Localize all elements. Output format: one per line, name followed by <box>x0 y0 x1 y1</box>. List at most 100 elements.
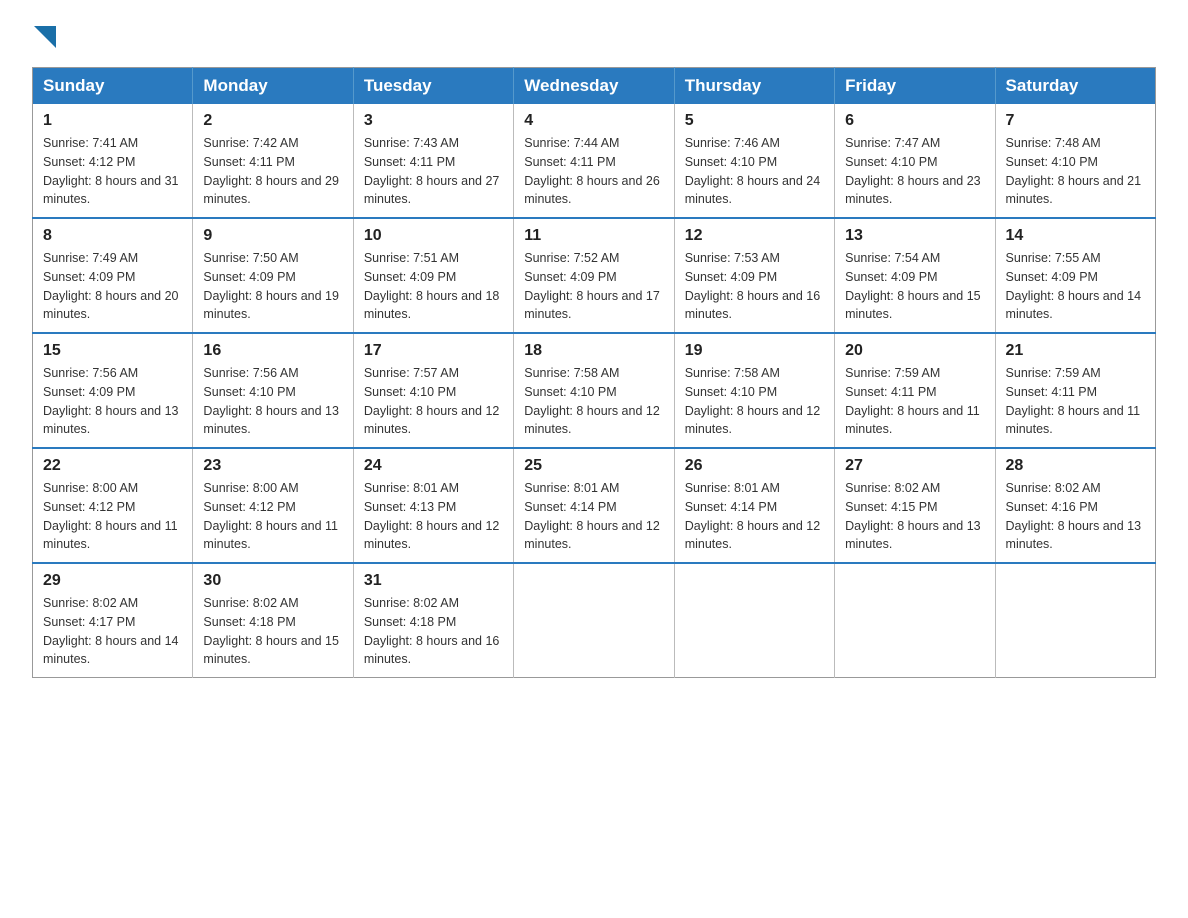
calendar-cell: 19 Sunrise: 7:58 AMSunset: 4:10 PMDayligh… <box>674 333 834 448</box>
day-number: 23 <box>203 457 342 475</box>
day-number: 29 <box>43 572 182 590</box>
weekday-header-wednesday: Wednesday <box>514 68 674 105</box>
day-number: 19 <box>685 342 824 360</box>
day-number: 5 <box>685 112 824 130</box>
day-info: Sunrise: 8:02 AMSunset: 4:18 PMDaylight:… <box>364 594 503 669</box>
day-info: Sunrise: 7:46 AMSunset: 4:10 PMDaylight:… <box>685 134 824 209</box>
calendar-cell: 2 Sunrise: 7:42 AMSunset: 4:11 PMDaylight… <box>193 104 353 218</box>
logo-triangle-icon <box>34 26 56 48</box>
day-info: Sunrise: 7:55 AMSunset: 4:09 PMDaylight:… <box>1006 249 1145 324</box>
calendar-cell: 10 Sunrise: 7:51 AMSunset: 4:09 PMDayligh… <box>353 218 513 333</box>
calendar-week-1: 1 Sunrise: 7:41 AMSunset: 4:12 PMDaylight… <box>33 104 1156 218</box>
day-info: Sunrise: 7:59 AMSunset: 4:11 PMDaylight:… <box>1006 364 1145 439</box>
calendar-cell: 1 Sunrise: 7:41 AMSunset: 4:12 PMDaylight… <box>33 104 193 218</box>
calendar-cell: 27Sunrise: 8:02 AMSunset: 4:15 PMDayligh… <box>835 448 995 563</box>
day-info: Sunrise: 7:50 AMSunset: 4:09 PMDaylight:… <box>203 249 342 324</box>
day-info: Sunrise: 7:58 AMSunset: 4:10 PMDaylight:… <box>524 364 663 439</box>
calendar-cell: 7 Sunrise: 7:48 AMSunset: 4:10 PMDaylight… <box>995 104 1155 218</box>
day-info: Sunrise: 8:00 AMSunset: 4:12 PMDaylight:… <box>203 479 342 554</box>
day-info: Sunrise: 7:58 AMSunset: 4:10 PMDaylight:… <box>685 364 824 439</box>
calendar-cell: 30Sunrise: 8:02 AMSunset: 4:18 PMDayligh… <box>193 563 353 678</box>
day-number: 21 <box>1006 342 1145 360</box>
day-info: Sunrise: 7:56 AMSunset: 4:10 PMDaylight:… <box>203 364 342 439</box>
day-number: 24 <box>364 457 503 475</box>
day-number: 13 <box>845 227 984 245</box>
calendar-cell: 3Sunrise: 7:43 AMSunset: 4:11 PMDaylight… <box>353 104 513 218</box>
day-info: Sunrise: 7:51 AMSunset: 4:09 PMDaylight:… <box>364 249 503 324</box>
day-info: Sunrise: 7:53 AMSunset: 4:09 PMDaylight:… <box>685 249 824 324</box>
weekday-header-friday: Friday <box>835 68 995 105</box>
weekday-header-thursday: Thursday <box>674 68 834 105</box>
calendar-header: SundayMondayTuesdayWednesdayThursdayFrid… <box>33 68 1156 105</box>
calendar-cell: 13Sunrise: 7:54 AMSunset: 4:09 PMDayligh… <box>835 218 995 333</box>
calendar-cell: 23 Sunrise: 8:00 AMSunset: 4:12 PMDayligh… <box>193 448 353 563</box>
weekday-header-sunday: Sunday <box>33 68 193 105</box>
day-info: Sunrise: 7:43 AMSunset: 4:11 PMDaylight:… <box>364 134 503 209</box>
calendar-cell <box>674 563 834 678</box>
day-number: 7 <box>1006 112 1145 130</box>
day-info: Sunrise: 7:48 AMSunset: 4:10 PMDaylight:… <box>1006 134 1145 209</box>
calendar-cell: 11 Sunrise: 7:52 AMSunset: 4:09 PMDayligh… <box>514 218 674 333</box>
day-info: Sunrise: 7:52 AMSunset: 4:09 PMDaylight:… <box>524 249 663 324</box>
calendar-week-2: 8Sunrise: 7:49 AMSunset: 4:09 PMDaylight… <box>33 218 1156 333</box>
day-info: Sunrise: 8:02 AMSunset: 4:17 PMDaylight:… <box>43 594 182 669</box>
calendar-cell: 29 Sunrise: 8:02 AMSunset: 4:17 PMDayligh… <box>33 563 193 678</box>
day-info: Sunrise: 7:42 AMSunset: 4:11 PMDaylight:… <box>203 134 342 209</box>
calendar-cell: 18 Sunrise: 7:58 AMSunset: 4:10 PMDayligh… <box>514 333 674 448</box>
calendar-cell: 15Sunrise: 7:56 AMSunset: 4:09 PMDayligh… <box>33 333 193 448</box>
day-number: 20 <box>845 342 984 360</box>
day-number: 2 <box>203 112 342 130</box>
day-number: 12 <box>685 227 824 245</box>
calendar-cell: 5 Sunrise: 7:46 AMSunset: 4:10 PMDaylight… <box>674 104 834 218</box>
day-info: Sunrise: 7:41 AMSunset: 4:12 PMDaylight:… <box>43 134 182 209</box>
day-info: Sunrise: 8:00 AMSunset: 4:12 PMDaylight:… <box>43 479 182 554</box>
day-info: Sunrise: 7:47 AMSunset: 4:10 PMDaylight:… <box>845 134 984 209</box>
calendar-cell: 16 Sunrise: 7:56 AMSunset: 4:10 PMDayligh… <box>193 333 353 448</box>
calendar-cell: 20 Sunrise: 7:59 AMSunset: 4:11 PMDayligh… <box>835 333 995 448</box>
day-info: Sunrise: 8:02 AMSunset: 4:18 PMDaylight:… <box>203 594 342 669</box>
day-number: 1 <box>43 112 182 130</box>
calendar-week-5: 29 Sunrise: 8:02 AMSunset: 4:17 PMDayligh… <box>33 563 1156 678</box>
day-info: Sunrise: 7:44 AMSunset: 4:11 PMDaylight:… <box>524 134 663 209</box>
calendar-cell <box>514 563 674 678</box>
calendar-cell: 8Sunrise: 7:49 AMSunset: 4:09 PMDaylight… <box>33 218 193 333</box>
day-info: Sunrise: 8:01 AMSunset: 4:14 PMDaylight:… <box>524 479 663 554</box>
calendar-cell: 6 Sunrise: 7:47 AMSunset: 4:10 PMDaylight… <box>835 104 995 218</box>
calendar-week-4: 22Sunrise: 8:00 AMSunset: 4:12 PMDayligh… <box>33 448 1156 563</box>
calendar-cell: 22Sunrise: 8:00 AMSunset: 4:12 PMDayligh… <box>33 448 193 563</box>
day-number: 26 <box>685 457 824 475</box>
day-info: Sunrise: 8:01 AMSunset: 4:13 PMDaylight:… <box>364 479 503 554</box>
day-number: 9 <box>203 227 342 245</box>
day-info: Sunrise: 7:59 AMSunset: 4:11 PMDaylight:… <box>845 364 984 439</box>
day-info: Sunrise: 7:49 AMSunset: 4:09 PMDaylight:… <box>43 249 182 324</box>
day-info: Sunrise: 8:02 AMSunset: 4:16 PMDaylight:… <box>1006 479 1145 554</box>
weekday-header-monday: Monday <box>193 68 353 105</box>
calendar-cell: 24 Sunrise: 8:01 AMSunset: 4:13 PMDayligh… <box>353 448 513 563</box>
day-number: 16 <box>203 342 342 360</box>
logo <box>32 24 56 49</box>
calendar-cell: 9 Sunrise: 7:50 AMSunset: 4:09 PMDaylight… <box>193 218 353 333</box>
day-number: 11 <box>524 227 663 245</box>
calendar-cell: 25 Sunrise: 8:01 AMSunset: 4:14 PMDayligh… <box>514 448 674 563</box>
day-number: 14 <box>1006 227 1145 245</box>
weekday-header-tuesday: Tuesday <box>353 68 513 105</box>
calendar-cell: 4 Sunrise: 7:44 AMSunset: 4:11 PMDaylight… <box>514 104 674 218</box>
calendar-cell <box>995 563 1155 678</box>
calendar-week-3: 15Sunrise: 7:56 AMSunset: 4:09 PMDayligh… <box>33 333 1156 448</box>
day-number: 25 <box>524 457 663 475</box>
day-number: 10 <box>364 227 503 245</box>
weekday-header-saturday: Saturday <box>995 68 1155 105</box>
day-number: 18 <box>524 342 663 360</box>
calendar-cell: 17Sunrise: 7:57 AMSunset: 4:10 PMDayligh… <box>353 333 513 448</box>
calendar-cell: 12 Sunrise: 7:53 AMSunset: 4:09 PMDayligh… <box>674 218 834 333</box>
day-number: 6 <box>845 112 984 130</box>
day-info: Sunrise: 8:01 AMSunset: 4:14 PMDaylight:… <box>685 479 824 554</box>
calendar-cell: 26 Sunrise: 8:01 AMSunset: 4:14 PMDayligh… <box>674 448 834 563</box>
page-header <box>32 24 1156 49</box>
day-info: Sunrise: 7:57 AMSunset: 4:10 PMDaylight:… <box>364 364 503 439</box>
day-number: 27 <box>845 457 984 475</box>
day-number: 4 <box>524 112 663 130</box>
calendar-table: SundayMondayTuesdayWednesdayThursdayFrid… <box>32 67 1156 678</box>
day-number: 31 <box>364 572 503 590</box>
calendar-cell: 31 Sunrise: 8:02 AMSunset: 4:18 PMDayligh… <box>353 563 513 678</box>
